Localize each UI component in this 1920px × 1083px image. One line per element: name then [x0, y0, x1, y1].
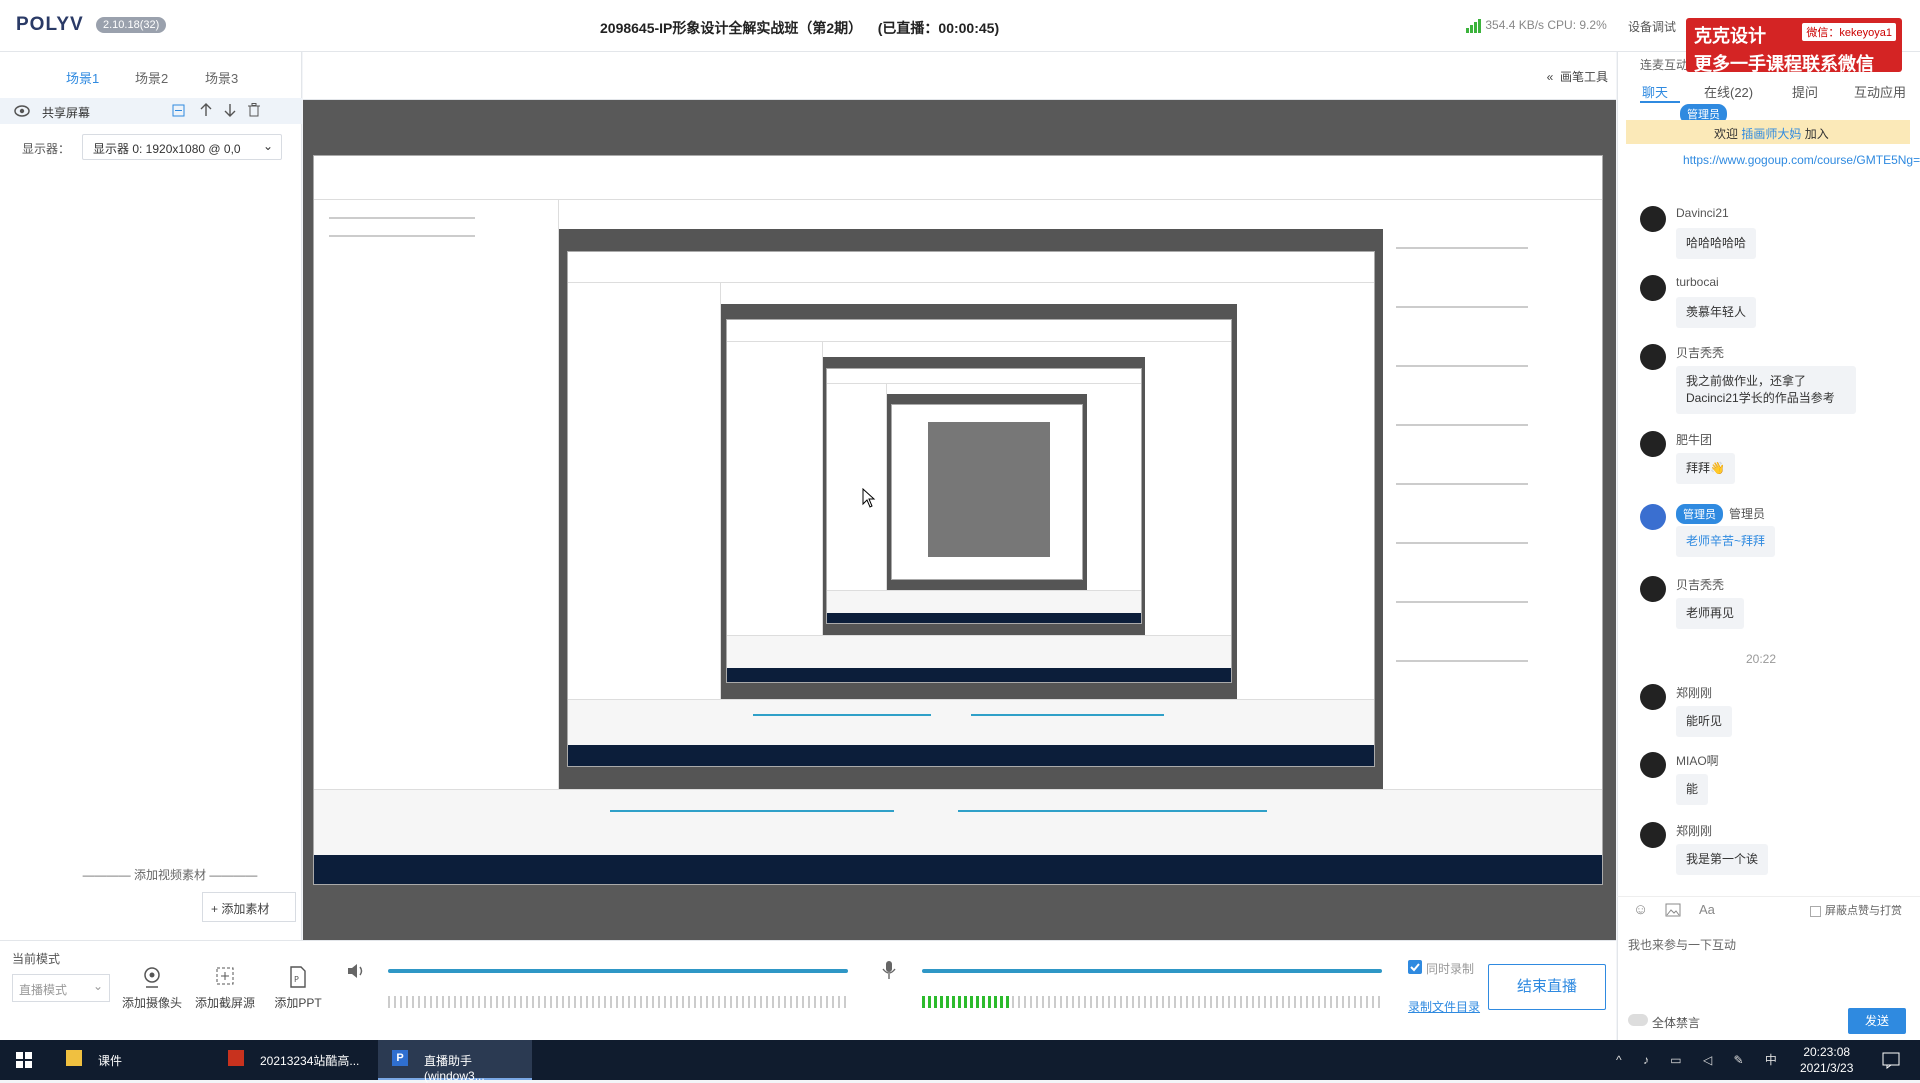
arrow-up-icon[interactable]	[200, 103, 212, 117]
taskbar-clock[interactable]: 20:23:08 2021/3/23	[1800, 1044, 1853, 1076]
record-checkbox[interactable]	[1408, 960, 1422, 974]
mic-level-meter	[922, 996, 1382, 1008]
eye-icon[interactable]	[14, 105, 30, 117]
version-badge: 2.10.18(32)	[96, 17, 167, 33]
ime-indicator[interactable]: 中	[1765, 1053, 1786, 1067]
tab-scene-2[interactable]: 场景2	[135, 68, 168, 87]
admin-badge: 管理员	[1676, 504, 1723, 524]
mic-connect-label: 连麦互动	[1640, 58, 1689, 72]
tab-online[interactable]: 在线(22)	[1704, 82, 1753, 101]
block-gifts-checkbox[interactable]: 屏蔽点赞与打赏	[1810, 902, 1902, 918]
tab-interactive[interactable]: 互动应用	[1854, 82, 1906, 101]
tab-scene-1[interactable]: 场景1	[66, 68, 99, 87]
chat-tab-indicator	[1640, 101, 1680, 103]
add-camera-button[interactable]: 添加摄像头	[120, 966, 184, 1011]
nested-topbar	[314, 156, 1602, 200]
avatar	[1640, 206, 1666, 232]
mute-all-toggle[interactable]	[1628, 1014, 1648, 1026]
add-ppt-button[interactable]: P 添加PPT	[270, 966, 326, 1011]
emoji-icon[interactable]: ☺	[1633, 901, 1648, 918]
nested-stage	[558, 228, 1384, 790]
tab-questions[interactable]: 提问	[1792, 82, 1818, 101]
svg-text:P: P	[294, 975, 299, 984]
avatar	[1640, 431, 1666, 457]
stage-toolbar: « 画笔工具	[303, 52, 1616, 100]
stream-title: 2098645-IP形象设计全解实战班（第2期） (已直播：00:00:45)	[600, 20, 1000, 36]
nested-controls	[314, 789, 1602, 855]
promo-banner: 克克设计 微信：kekeyoya1 更多一手课程联系微信	[1686, 18, 1902, 74]
ppt-icon: P	[290, 966, 306, 988]
wechat-id: 微信：kekeyoya1	[1802, 23, 1896, 41]
avatar	[1640, 275, 1666, 301]
image-icon[interactable]	[1665, 903, 1681, 917]
avatar	[1640, 344, 1666, 370]
avatar	[1640, 822, 1666, 848]
shared-screen-preview	[313, 155, 1603, 885]
trash-icon[interactable]	[248, 103, 260, 117]
speaker-icon[interactable]	[346, 962, 366, 980]
taskbar-item-folder[interactable]: 课件	[52, 1040, 212, 1080]
minus-icon[interactable]	[172, 104, 185, 117]
tab-scene-3[interactable]: 场景3	[205, 68, 238, 87]
display-select[interactable]: 显示器 0: 1920x1080 @ 0,0 ⌄	[82, 134, 282, 160]
signal-icon	[1466, 18, 1481, 33]
speaker-volume-slider[interactable]	[388, 969, 848, 973]
display-label: 显示器：	[22, 142, 71, 156]
taskbar-item-polyv[interactable]: P 直播助手(window3...	[378, 1040, 532, 1083]
nested-left-panel	[314, 199, 559, 790]
avatar	[1640, 504, 1666, 530]
taskbar-item-browser[interactable]: 20213234站酷高...	[214, 1040, 374, 1080]
arrow-down-icon[interactable]	[224, 103, 236, 117]
course-link[interactable]: https://www.gogoup.com/course/GMTE5Ng==	[1683, 152, 1920, 169]
speaker-level-meter	[388, 996, 848, 1008]
avatar	[1640, 752, 1666, 778]
folder-icon	[66, 1050, 82, 1066]
layer-row[interactable]: 共享屏幕	[0, 98, 302, 124]
mode-select[interactable]: 直播模式 ⌄	[12, 974, 110, 1002]
add-screen-button[interactable]: 添加截屏源	[192, 966, 258, 1011]
polyv-logo: POLYV	[16, 14, 84, 35]
camera-icon	[144, 967, 160, 988]
preview-stage	[303, 100, 1616, 940]
nested-chat	[1383, 199, 1602, 790]
polyv-app-icon: P	[392, 1050, 408, 1066]
chat-timestamp: 20:22	[1746, 652, 1777, 666]
add-material-button[interactable]: + 添加素材	[202, 892, 296, 922]
microphone-icon[interactable]	[882, 960, 896, 980]
layer-name: 共享屏幕	[42, 106, 91, 120]
tab-chat[interactable]: 聊天	[1642, 82, 1668, 101]
screenshot-icon	[216, 967, 234, 985]
nested-taskbar	[314, 854, 1602, 884]
notification-icon[interactable]	[1882, 1051, 1900, 1069]
nested-screen-2	[566, 251, 1375, 767]
chevron-down-icon: ⌄	[262, 139, 273, 153]
network-stats: 354.4 KB/s CPU: 9.2%	[1466, 18, 1607, 33]
chat-input[interactable]: 我也来参与一下互动	[1628, 936, 1736, 953]
welcome-notice: 欢迎 插画师大妈 加入	[1626, 120, 1910, 144]
avatar	[1640, 576, 1666, 602]
check-icon	[1410, 963, 1420, 972]
end-live-button[interactable]: 结束直播	[1488, 964, 1606, 1010]
device-debug-link[interactable]: 设备调试	[1628, 18, 1676, 35]
record-dir-link[interactable]: 录制文件目录	[1408, 998, 1480, 1015]
nested-screen-3	[726, 319, 1232, 684]
mouse-cursor-icon	[862, 488, 876, 508]
mode-label: 当前模式	[12, 952, 61, 966]
font-icon[interactable]: Aa	[1699, 902, 1715, 917]
system-tray[interactable]: ^ ♪ ▭ ◁ ✎ 中	[1616, 1051, 1786, 1068]
windows-start-icon[interactable]	[16, 1052, 32, 1068]
mic-volume-slider[interactable]	[922, 969, 1382, 973]
brush-tools-button[interactable]: « 画笔工具	[1547, 68, 1608, 85]
mute-all-label: 全体禁言	[1652, 1016, 1701, 1030]
chevron-down-icon: ⌄	[92, 979, 103, 993]
record-label: 同时录制	[1426, 962, 1475, 976]
add-video-divider: ———— 添加视频素材 ————	[82, 868, 258, 882]
live-duration: (已直播：00:00:45)	[877, 20, 1000, 36]
avatar	[1640, 684, 1666, 710]
send-button[interactable]: 发送	[1848, 1008, 1906, 1034]
app-icon	[228, 1050, 244, 1066]
nested-screen-5	[890, 403, 1084, 581]
